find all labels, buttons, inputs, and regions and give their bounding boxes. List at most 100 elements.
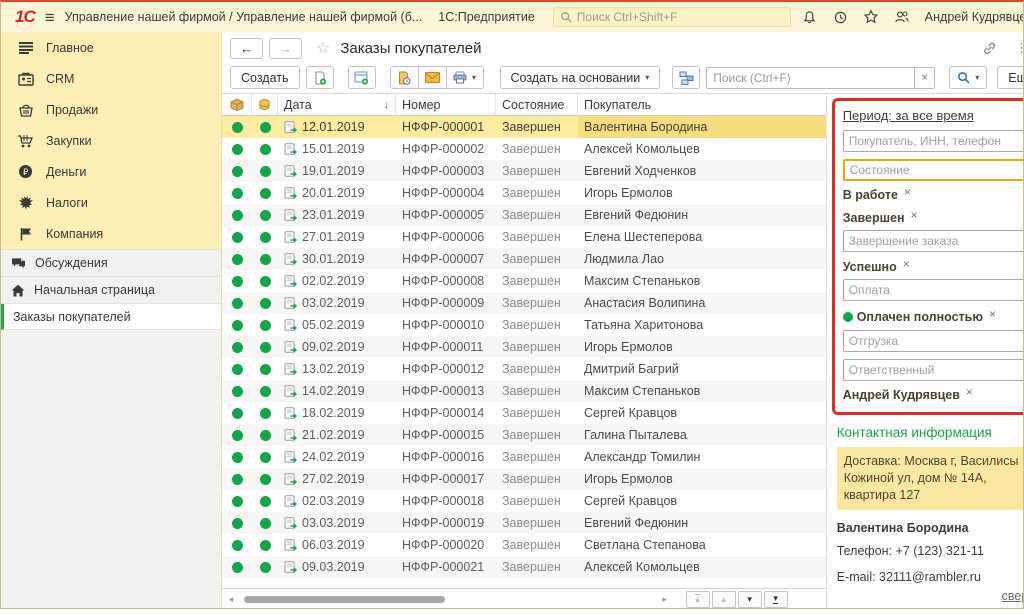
column-date[interactable]: Дата↓ — [278, 94, 396, 115]
cell-date: 05.02.2019 — [302, 318, 365, 332]
table-row[interactable]: 03.02.2019 НФФР-000009 Завершен Анастаси… — [222, 292, 826, 314]
main-menu-icon[interactable]: ≡ — [45, 9, 55, 26]
cell-state: Завершен — [496, 336, 578, 358]
forward-button[interactable]: → — [269, 38, 302, 59]
table-row[interactable]: 24.02.2019 НФФР-000016 Завершен Александ… — [222, 446, 826, 468]
table-row[interactable]: 27.01.2019 НФФР-000006 Завершен Елена Ше… — [222, 226, 826, 248]
customer-filter-input[interactable] — [843, 130, 1024, 152]
payment-filter-input[interactable] — [843, 279, 1024, 301]
state-filter-input[interactable] — [843, 159, 1024, 181]
table-row[interactable]: 09.02.2019 НФФР-000011 Завершен Игорь Ер… — [222, 336, 826, 358]
table-row[interactable]: 02.03.2019 НФФР-000018 Завершен Сергей К… — [222, 490, 826, 512]
sidebar-item-zakupki[interactable]: Закупки — [1, 125, 221, 156]
table-row[interactable]: 20.01.2019 НФФР-000004 Завершен Игорь Ер… — [222, 182, 826, 204]
remove-tag-icon[interactable]: × — [966, 385, 973, 399]
cell-number: НФФР-000011 — [396, 336, 496, 358]
table-row[interactable]: 13.02.2019 НФФР-000012 Завершен Дмитрий … — [222, 358, 826, 380]
table-row[interactable]: 03.03.2019 НФФР-000019 Завершен Евгений … — [222, 512, 826, 534]
remove-tag-icon[interactable]: × — [904, 185, 911, 199]
sidebar-item-prodazhi[interactable]: Продажи — [1, 94, 221, 125]
remove-tag-icon[interactable]: × — [989, 307, 996, 321]
list-search-input[interactable] — [706, 67, 914, 89]
period-link[interactable]: Период: за все время — [843, 108, 974, 123]
notifications-bell-icon[interactable] — [801, 9, 818, 26]
remove-tag-icon[interactable]: × — [911, 208, 918, 222]
cell-state: Завершен — [496, 556, 578, 578]
table-row[interactable]: 02.02.2019 НФФР-000008 Завершен Максим С… — [222, 270, 826, 292]
sidebar-item-crm[interactable]: CRM — [1, 63, 221, 94]
completion-filter-input[interactable] — [843, 230, 1024, 252]
favorites-star-icon[interactable] — [863, 9, 880, 26]
table-row[interactable]: 09.03.2019 НФФР-000021 Завершен Алексей … — [222, 556, 826, 578]
get-link-icon[interactable] — [982, 41, 997, 56]
horizontal-scrollbar[interactable] — [238, 595, 658, 604]
clear-search-button[interactable]: × — [914, 67, 935, 89]
scrollbar-thumb[interactable] — [244, 596, 445, 603]
collapse-link[interactable]: свернуть — [1002, 589, 1024, 603]
responsible-filter-input[interactable] — [843, 359, 1024, 381]
column-state[interactable]: Состояние — [496, 94, 578, 115]
table-row[interactable]: 21.02.2019 НФФР-000015 Завершен Галина П… — [222, 424, 826, 446]
table-row[interactable]: 14.02.2019 НФФР-000013 Завершен Максим С… — [222, 380, 826, 402]
set-deadline-button[interactable] — [390, 66, 418, 89]
table-row[interactable]: 15.01.2019 НФФР-000002 Завершен Алексей … — [222, 138, 826, 160]
table-header: Дата↓ Номер Состояние Покупатель — [222, 94, 826, 116]
shipping-filter-input[interactable] — [843, 330, 1024, 352]
create-button[interactable]: Создать — [230, 66, 300, 89]
table-row[interactable]: 12.01.2019 НФФР-000001 Завершен Валентин… — [222, 116, 826, 138]
more-button[interactable]: Еще▾ — [997, 66, 1024, 89]
global-search-input[interactable]: Поиск Ctrl+Shift+F — [553, 7, 791, 27]
table-footer: ◂ ▸ ▴ ▴ ▾ ▾ — [222, 588, 826, 609]
payment-status-dot — [252, 292, 278, 314]
go-prev-button[interactable]: ▴ — [712, 591, 736, 608]
cell-customer: Максим Степаньков — [578, 270, 826, 292]
column-shipment-status[interactable] — [222, 94, 252, 115]
back-button[interactable]: ← — [230, 38, 263, 59]
sidebar-item-dengi[interactable]: ₽ Деньги — [1, 156, 221, 187]
sidebar-item-nalogi[interactable]: Налоги — [1, 187, 221, 218]
table-row[interactable]: 23.01.2019 НФФР-000005 Завершен Евгений … — [222, 204, 826, 226]
cell-number: НФФР-000016 — [396, 446, 496, 468]
table-row[interactable]: 06.03.2019 НФФР-000020 Завершен Светлана… — [222, 534, 826, 556]
column-payment-status[interactable] — [252, 94, 278, 115]
cell-customer: Сергей Кравцов — [578, 402, 826, 424]
related-documents-button[interactable] — [672, 66, 700, 89]
sidebar-tab-active[interactable]: Заказы покупателей — [1, 304, 221, 330]
cell-number: НФФР-000013 — [396, 380, 496, 402]
favorite-star-icon[interactable]: ☆ — [316, 38, 330, 58]
scroll-right-icon[interactable]: ▸ — [660, 594, 670, 605]
scroll-left-icon[interactable]: ◂ — [226, 594, 236, 605]
search-menu-button[interactable]: ▾ — [949, 66, 987, 89]
cell-date: 12.01.2019 — [302, 120, 365, 134]
sidebar-item-kompaniya[interactable]: Компания — [1, 218, 221, 249]
table-row[interactable]: 05.02.2019 НФФР-000010 Завершен Татьяна … — [222, 314, 826, 336]
remove-tag-icon[interactable]: × — [903, 257, 910, 271]
more-dots-icon[interactable]: ⋮ — [1015, 40, 1024, 56]
print-button[interactable]: ▾ — [446, 66, 484, 89]
column-number[interactable]: Номер — [396, 94, 496, 115]
column-customer[interactable]: Покупатель — [578, 94, 826, 115]
send-email-button[interactable] — [418, 66, 446, 89]
go-first-button[interactable]: ▴ — [686, 591, 710, 608]
create-based-on-button[interactable]: Создать на основании▾ — [500, 66, 661, 89]
go-last-button[interactable]: ▾ — [764, 591, 788, 608]
table-row[interactable]: 18.02.2019 НФФР-000014 Завершен Сергей К… — [222, 402, 826, 424]
history-icon[interactable] — [832, 9, 849, 26]
sidebar-item-glavnoe[interactable]: Главное — [1, 32, 221, 63]
sidebar-item-obsuzhdeniya[interactable]: Обсуждения — [1, 250, 221, 277]
cell-customer: Евгений Ходченков — [578, 160, 826, 182]
cell-number: НФФР-000012 — [396, 358, 496, 380]
cell-customer: Светлана Степанова — [578, 534, 826, 556]
cell-number: НФФР-000014 — [396, 402, 496, 424]
table-row[interactable]: 30.01.2019 НФФР-000007 Завершен Людмила … — [222, 248, 826, 270]
create-group-button[interactable] — [348, 66, 376, 89]
copy-document-button[interactable] — [306, 66, 334, 89]
sidebar-item-home[interactable]: Начальная страница — [1, 277, 221, 304]
filter-tag-completed: Завершен× — [843, 211, 1024, 225]
table-row[interactable]: 19.01.2019 НФФР-000003 Завершен Евгений … — [222, 160, 826, 182]
users-icon[interactable] — [894, 9, 911, 26]
current-user[interactable]: Андрей Кудрявцев — [925, 10, 1024, 24]
posted-document-icon — [284, 253, 297, 265]
table-row[interactable]: 27.02.2019 НФФР-000017 Завершен Игорь Ер… — [222, 468, 826, 490]
go-next-button[interactable]: ▾ — [738, 591, 762, 608]
